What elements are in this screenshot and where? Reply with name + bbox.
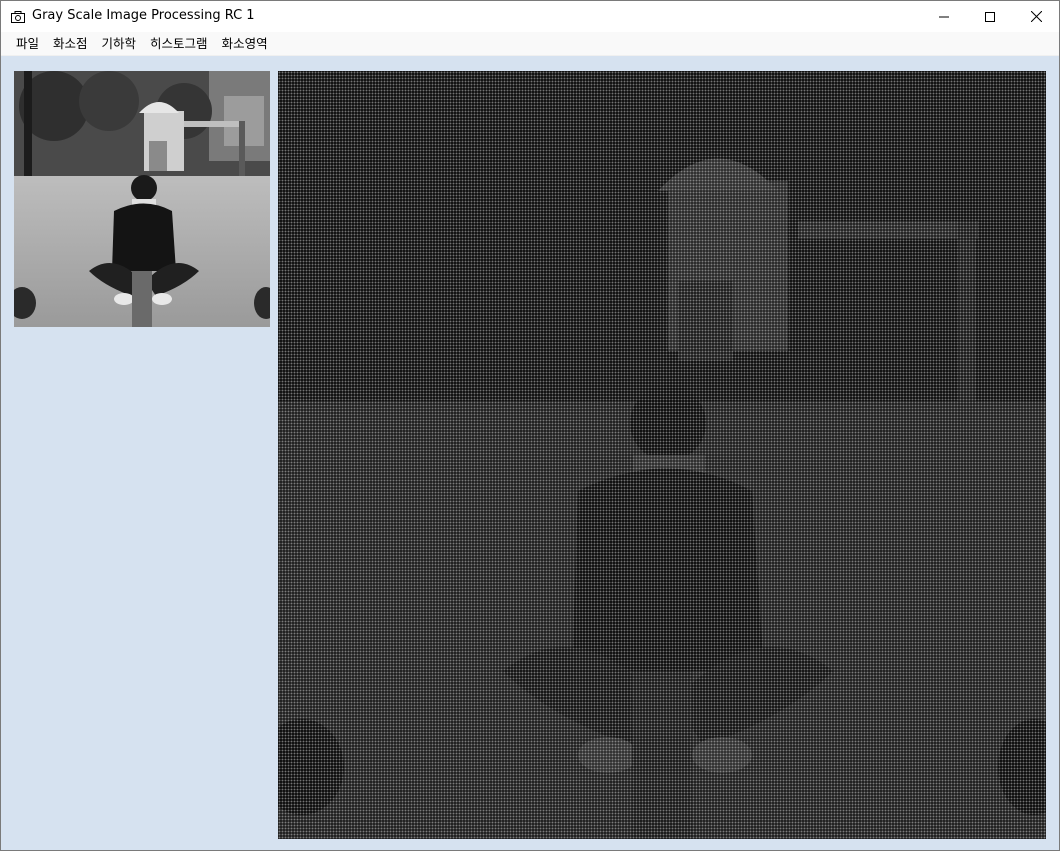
close-button[interactable] [1013, 1, 1059, 32]
menu-pixel-area[interactable]: 화소영역 [215, 32, 275, 55]
menu-bar: 파일 화소점 기하학 히스토그램 화소영역 [1, 32, 1059, 56]
processed-image [278, 71, 1046, 839]
maximize-icon [985, 11, 995, 22]
original-image [14, 71, 270, 327]
app-window: Gray Scale Image Processing RC 1 파일 화소점 … [0, 0, 1060, 851]
menu-file[interactable]: 파일 [9, 32, 46, 55]
client-area [1, 56, 1059, 850]
camera-icon [11, 10, 25, 23]
dither-overlay [278, 71, 1046, 839]
menu-histogram[interactable]: 히스토그램 [143, 32, 215, 55]
menu-geometry[interactable]: 기하학 [95, 32, 144, 55]
title-bar[interactable]: Gray Scale Image Processing RC 1 [1, 1, 1059, 32]
window-title: Gray Scale Image Processing RC 1 [32, 8, 255, 23]
minimize-icon [939, 12, 949, 22]
maximize-button[interactable] [967, 1, 1013, 32]
close-icon [1030, 11, 1042, 22]
minimize-button[interactable] [921, 1, 967, 32]
menu-pixel-point[interactable]: 화소점 [46, 32, 95, 55]
